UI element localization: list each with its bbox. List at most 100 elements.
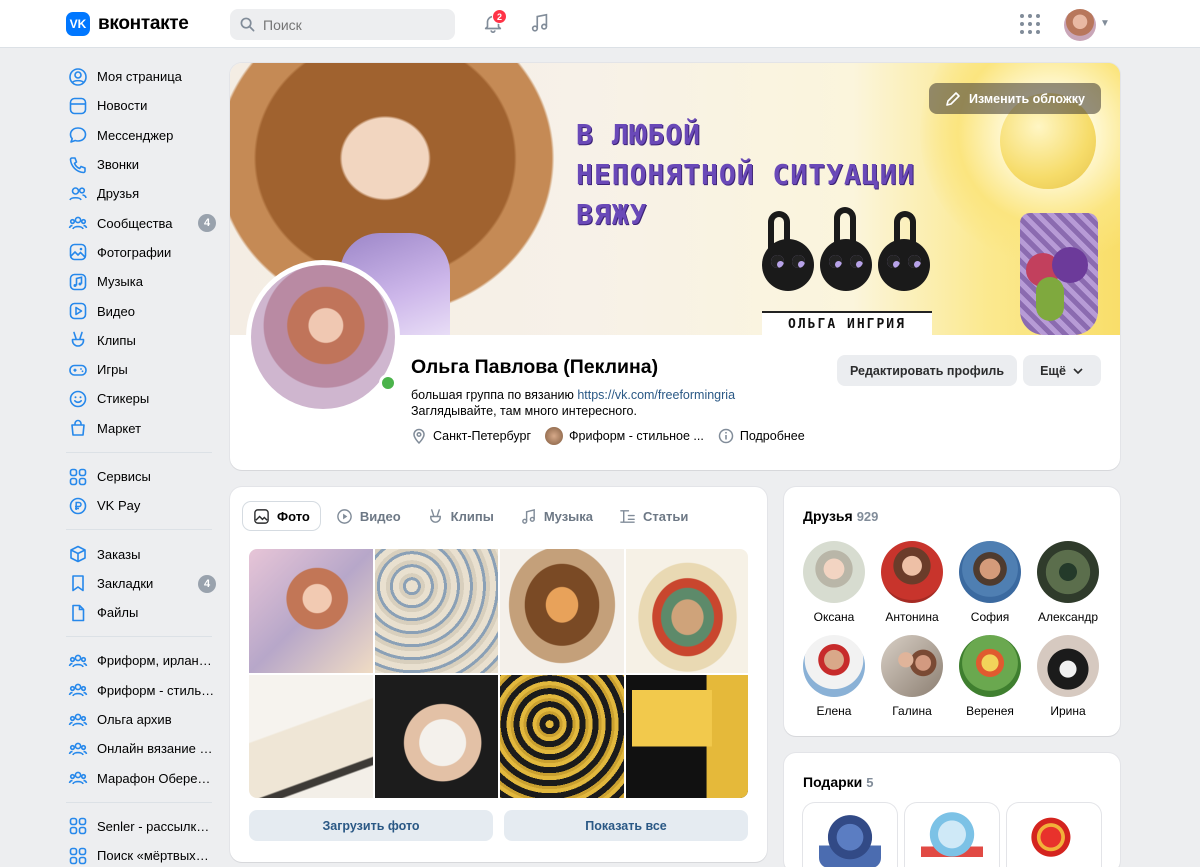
sidebar-item[interactable]: Мессенджер	[66, 121, 216, 150]
friend-avatar	[1037, 541, 1099, 603]
sidebar-item[interactable]: Видео	[66, 296, 216, 325]
status-link[interactable]: https://vk.com/freeformingria	[577, 388, 735, 402]
sidebar-item[interactable]: VK Pay	[66, 491, 216, 520]
sidebar-item[interactable]: Маркет	[66, 414, 216, 443]
profile-short-info: Санкт-Петербург Фриформ - стильное ... П…	[411, 427, 805, 445]
profile-avatar[interactable]	[246, 260, 400, 414]
photo-icon	[68, 242, 88, 262]
photo-thumbnail[interactable]	[374, 674, 498, 798]
gift-item[interactable]	[803, 803, 897, 867]
sidebar-item[interactable]: Сервисы	[66, 462, 216, 491]
sidebar-item[interactable]: Клипы	[66, 326, 216, 355]
music-note-icon	[531, 13, 548, 32]
music-icon	[521, 508, 535, 524]
sidebar-item[interactable]: Закладки 4	[66, 569, 216, 598]
friend-name: Александр	[1037, 610, 1099, 624]
group-avatar	[545, 427, 564, 445]
tab-music[interactable]: Музыка	[510, 502, 603, 530]
media-tabs: Фото Видео Клипы Музыка Статьи	[243, 502, 698, 530]
friend-avatar	[1037, 635, 1099, 697]
friends-icon	[68, 184, 88, 204]
nav-separator	[66, 529, 212, 531]
chevron-down-icon	[1073, 367, 1083, 374]
friend-item[interactable]: Елена	[795, 635, 873, 718]
sidebar-item[interactable]: Моя страница	[66, 62, 216, 91]
sidebar-item[interactable]: Поиск «мёртвых» ...	[66, 841, 216, 867]
photo-thumbnail[interactable]	[374, 549, 498, 673]
profile-menu-avatar[interactable]	[1064, 9, 1096, 41]
sidebar-item[interactable]: Сообщества 4	[66, 208, 216, 237]
cover-yarn-ball	[1036, 277, 1064, 321]
communities-icon	[68, 680, 88, 700]
sidebar-item[interactable]: Фотографии	[66, 238, 216, 267]
sidebar-item[interactable]: Стикеры	[66, 384, 216, 413]
sidebar-item[interactable]: Друзья	[66, 179, 216, 208]
sidebar-item[interactable]: Звонки	[66, 150, 216, 179]
edit-cover-button[interactable]: Изменить обложку	[929, 83, 1101, 114]
gifts-title[interactable]: Подарки 5	[803, 774, 874, 790]
tab-label: Видео	[359, 508, 401, 524]
sidebar-item[interactable]: Фриформ - стильн...	[66, 676, 216, 705]
apps-grid-icon[interactable]	[1020, 14, 1040, 34]
friend-item[interactable]: Веренея	[951, 635, 1029, 718]
upload-photo-button[interactable]: Загрузить фото	[249, 810, 493, 841]
chevron-down-icon[interactable]: ▼	[1100, 18, 1110, 29]
friend-name: Елена	[816, 704, 852, 718]
photo-thumbnail[interactable]	[500, 549, 624, 673]
profile-city[interactable]: Санкт-Петербург	[411, 428, 531, 444]
friend-item[interactable]: Ирина	[1029, 635, 1107, 718]
sidebar-item[interactable]: Музыка	[66, 267, 216, 296]
tab-video[interactable]: Видео	[326, 502, 411, 530]
show-all-photos-button[interactable]: Показать все	[504, 810, 748, 841]
info-icon	[718, 428, 734, 444]
gift-item[interactable]	[1007, 803, 1101, 867]
edit-cover-label: Изменить обложку	[969, 91, 1085, 106]
clips-icon	[429, 508, 441, 523]
edit-profile-button[interactable]: Редактировать профиль	[837, 355, 1017, 386]
profile-details-link[interactable]: Подробнее	[718, 428, 805, 444]
sidebar-item-label: Звонки	[97, 157, 139, 173]
nav-separator	[66, 451, 212, 453]
search-box[interactable]	[230, 9, 455, 40]
more-button[interactable]: Ещё	[1023, 355, 1101, 386]
sidebar-item[interactable]: Марафон Обереж...	[66, 764, 216, 793]
photo-thumbnail[interactable]	[625, 674, 748, 798]
sidebar-item-label: VK Pay	[97, 498, 141, 514]
sidebar-item[interactable]: Игры	[66, 355, 216, 384]
photo-thumbnail[interactable]	[500, 674, 624, 798]
sidebar-item[interactable]: Новости	[66, 91, 216, 120]
photo-thumbnail[interactable]	[249, 549, 373, 673]
tab-photo[interactable]: Фото	[243, 502, 320, 530]
friend-item[interactable]: София	[951, 541, 1029, 624]
sidebar-item[interactable]: Заказы	[66, 539, 216, 568]
friend-item[interactable]: Антонина	[873, 541, 951, 624]
sidebar-item[interactable]: Ольга архив	[66, 705, 216, 734]
sidebar-item-label: Стикеры	[97, 391, 150, 407]
friend-item[interactable]: Оксана	[795, 541, 873, 624]
profile-group[interactable]: Фриформ - стильное ...	[545, 427, 704, 445]
sidebar-item[interactable]: Фриформ, ирланд...	[66, 646, 216, 675]
sidebar-item[interactable]: Senler - рассылки ...	[66, 812, 216, 841]
sidebar-item-label: Марафон Обереж...	[97, 770, 215, 786]
bookmark-icon	[68, 573, 88, 593]
vk-logo[interactable]: VK вконтакте	[66, 12, 189, 36]
search-input[interactable]	[263, 16, 443, 33]
tab-label: Клипы	[450, 508, 494, 524]
friends-title[interactable]: Друзья 929	[803, 508, 878, 524]
file-icon	[68, 603, 88, 623]
tab-clips[interactable]: Клипы	[417, 502, 504, 530]
tab-articles[interactable]: Статьи	[609, 502, 698, 530]
friend-avatar	[803, 541, 865, 603]
photo-thumbnail[interactable]	[249, 674, 373, 798]
photo-thumbnail[interactable]	[625, 549, 748, 673]
music-player-button[interactable]	[529, 12, 551, 37]
sidebar-item-label: Сервисы	[97, 469, 151, 484]
sidebar-item[interactable]: Файлы	[66, 598, 216, 627]
details-label: Подробнее	[739, 429, 805, 443]
sidebar-item-label: Маркет	[97, 420, 142, 436]
sidebar-item[interactable]: Онлайн вязание к...	[66, 734, 216, 763]
location-pin-icon	[413, 428, 425, 444]
gift-item[interactable]	[905, 803, 999, 867]
friend-item[interactable]: Александр	[1029, 541, 1107, 624]
friend-item[interactable]: Галина	[873, 635, 951, 718]
